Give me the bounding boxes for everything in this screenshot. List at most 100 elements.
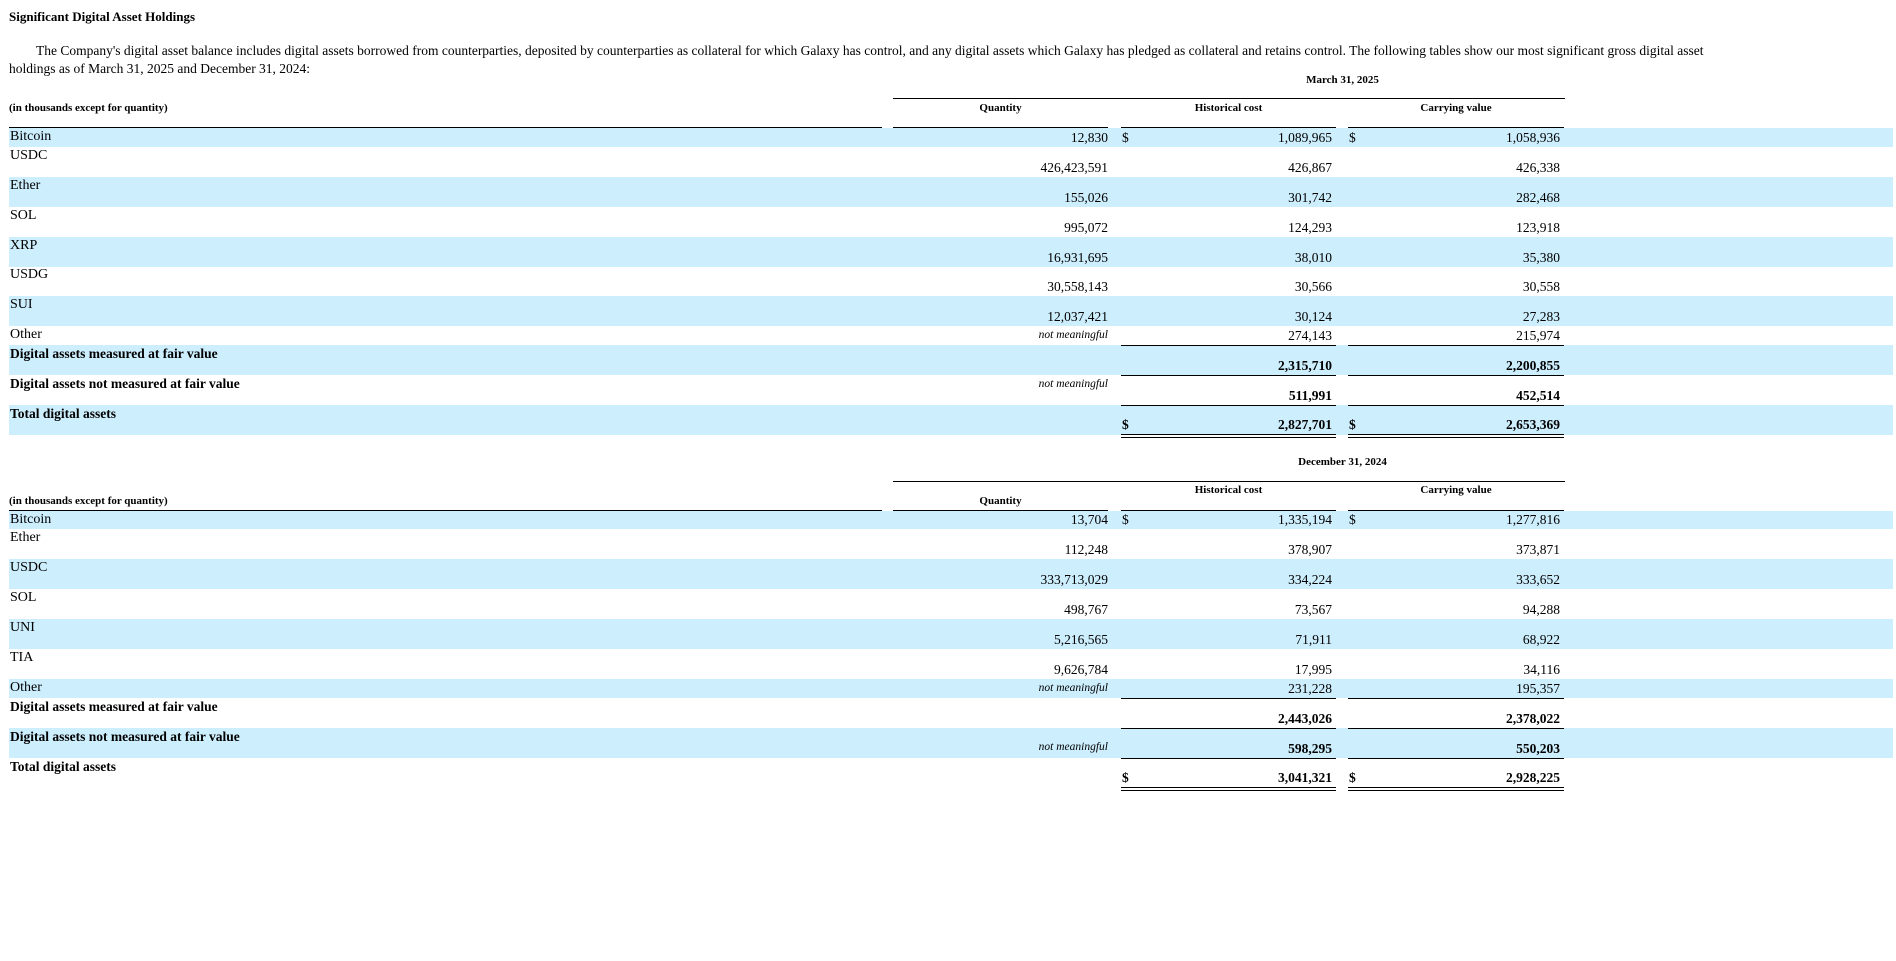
historical-cost-cell: 231,228 [1288,681,1332,696]
carrying-value-cell: 27,283 [1522,309,1560,324]
total-carrying-value: 2,653,369 [1506,417,1560,432]
historical-cost-cell: 1,089,965 [1278,130,1332,145]
quantity-cell: 9,626,784 [1054,662,1108,677]
quantity-cell: not meaningful [1038,682,1108,694]
historical-cost-cell: 1,335,194 [1278,512,1332,527]
row-label: Ether [10,178,41,193]
row-label: XRP [10,238,38,253]
historical-cost-cell: 426,867 [1288,160,1332,175]
subtotal-rule [1121,405,1336,406]
row-label: SUI [10,297,33,312]
historical-cost-cell: 71,911 [1295,632,1332,647]
subtotal-rule [1348,758,1564,759]
quantity-cell: 995,072 [1064,220,1108,235]
intro-line-1: The Company's digital asset balance incl… [36,43,1704,58]
period-rule [893,98,1565,99]
total-double-rule [1348,787,1564,791]
subtotal-rule [1348,728,1564,729]
column-header-historical-cost: Historical cost [1194,484,1263,496]
total-double-rule [1121,434,1336,438]
fair-value-label: Digital assets measured at fair value [10,346,218,361]
row-label: USDC [10,148,48,163]
total-label: Total digital assets [10,406,117,421]
subtotal-rule [1348,405,1564,406]
row-label: Other [10,327,42,342]
dollar-sign: $ [1349,130,1356,145]
subtotal-rule [1121,758,1336,759]
row-label: Ether [10,530,41,545]
historical-cost-cell: 17,995 [1294,662,1332,677]
period-header: December 31, 2024 [1298,456,1387,468]
historical-cost-cell: 301,742 [1288,190,1332,205]
total-historical-cost: 3,041,321 [1278,770,1332,785]
quantity-cell: 498,767 [1064,602,1108,617]
row-label: UNI [10,620,35,635]
subtotal-rule [1121,345,1336,346]
not-fair-value-historical-cost: 598,295 [1288,741,1332,756]
row-label: SOL [10,208,37,223]
carrying-value-cell: 1,277,816 [1506,512,1560,527]
carrying-value-cell: 94,288 [1522,602,1560,617]
quantity-cell: not meaningful [1038,329,1108,341]
historical-cost-cell: 378,907 [1288,542,1332,557]
row-label: Bitcoin [10,129,52,144]
period-rule [893,481,1565,482]
historical-cost-cell: 124,293 [1288,220,1332,235]
not-fair-value-quantity: not meaningful [1038,741,1108,753]
carrying-value-cell: 34,116 [1523,662,1560,677]
row-label: USDG [10,267,49,282]
dollar-sign: $ [1122,512,1129,527]
not-fair-value-label: Digital assets not measured at fair valu… [10,376,240,391]
quantity-cell: 30,558,143 [1047,279,1108,294]
period-header: March 31, 2025 [1306,74,1379,86]
quantity-cell: 5,216,565 [1054,632,1108,647]
dollar-sign: $ [1122,130,1129,145]
quantity-cell: 155,026 [1064,190,1108,205]
carrying-value-cell: 373,871 [1516,542,1560,557]
row-band [9,345,1893,375]
quantity-cell: 12,037,421 [1047,309,1108,324]
column-header-carrying-value: Carrying value [1420,102,1492,114]
quantity-cell: 13,704 [1070,512,1108,527]
fair-value-label: Digital assets measured at fair value [10,699,218,714]
carrying-value-cell: 426,338 [1516,160,1560,175]
historical-cost-cell: 334,224 [1288,572,1332,587]
units-label: (in thousands except for quantity) [9,495,168,507]
historical-cost-cell: 73,567 [1294,602,1332,617]
fair-value-historical-cost: 2,315,710 [1278,358,1332,373]
not-fair-value-historical-cost: 511,991 [1288,388,1332,403]
row-band [9,405,1893,435]
quantity-cell: 12,830 [1070,130,1108,145]
row-label: TIA [10,650,34,665]
carrying-value-cell: 333,652 [1516,572,1560,587]
section-title: Significant Digital Asset Holdings [9,9,195,24]
quantity-cell: 112,248 [1064,542,1108,557]
dollar-sign: $ [1349,512,1356,527]
quantity-cell: 333,713,029 [1040,572,1109,587]
total-historical-cost: 2,827,701 [1278,417,1332,432]
carrying-value-cell: 215,974 [1516,328,1560,343]
not-fair-value-quantity: not meaningful [1038,378,1108,390]
row-label: Bitcoin [10,512,52,527]
quantity-cell: 16,931,695 [1047,250,1108,265]
fair-value-historical-cost: 2,443,026 [1278,711,1332,726]
subtotal-rule [1121,375,1336,376]
historical-cost-cell: 38,010 [1294,250,1332,265]
total-carrying-value: 2,928,225 [1506,770,1560,785]
carrying-value-cell: 35,380 [1522,250,1560,265]
carrying-value-cell: 68,922 [1522,632,1560,647]
intro-line-2: holdings as of March 31, 2025 and Decemb… [9,61,311,76]
carrying-value-cell: 123,918 [1516,220,1560,235]
historical-cost-cell: 30,566 [1294,279,1332,294]
row-label: USDC [10,560,48,575]
fair-value-carrying-value: 2,378,022 [1506,711,1560,726]
carrying-value-cell: 195,357 [1516,681,1560,696]
carrying-value-cell: 282,468 [1516,190,1560,205]
total-double-rule [1121,787,1336,791]
fair-value-carrying-value: 2,200,855 [1506,358,1560,373]
total-double-rule [1348,434,1564,438]
column-header-carrying-value: Carrying value [1420,484,1492,496]
column-header-quantity: Quantity [979,102,1022,114]
row-label: Other [10,680,42,695]
subtotal-rule [1348,698,1564,699]
